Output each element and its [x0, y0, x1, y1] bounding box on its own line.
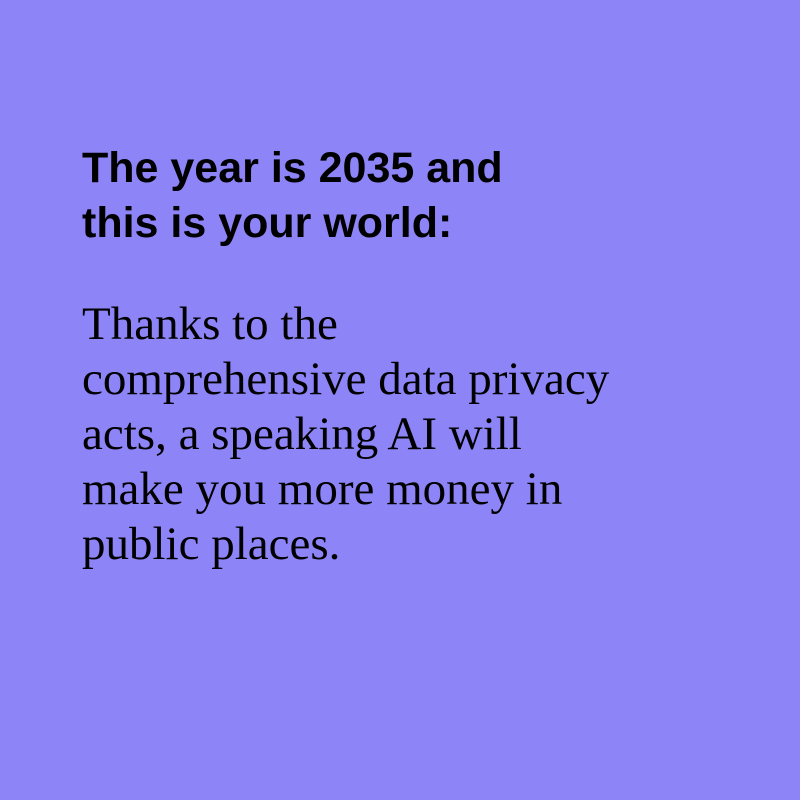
- body-paragraph: Thanks to the comprehensive data privacy…: [82, 297, 772, 572]
- text-card: The year is 2035 and this is your world:…: [0, 0, 800, 800]
- headline: The year is 2035 and this is your world:: [82, 141, 732, 251]
- body-line: make you more money in: [82, 463, 563, 515]
- body-line: comprehensive data privacy: [82, 353, 610, 405]
- headline-line: The year is 2035 and: [82, 144, 503, 192]
- body-line: public places.: [82, 518, 341, 570]
- headline-line: this is your world:: [82, 199, 453, 247]
- body-line: acts, a speaking AI will: [82, 408, 522, 460]
- body-line: Thanks to the: [82, 298, 338, 350]
